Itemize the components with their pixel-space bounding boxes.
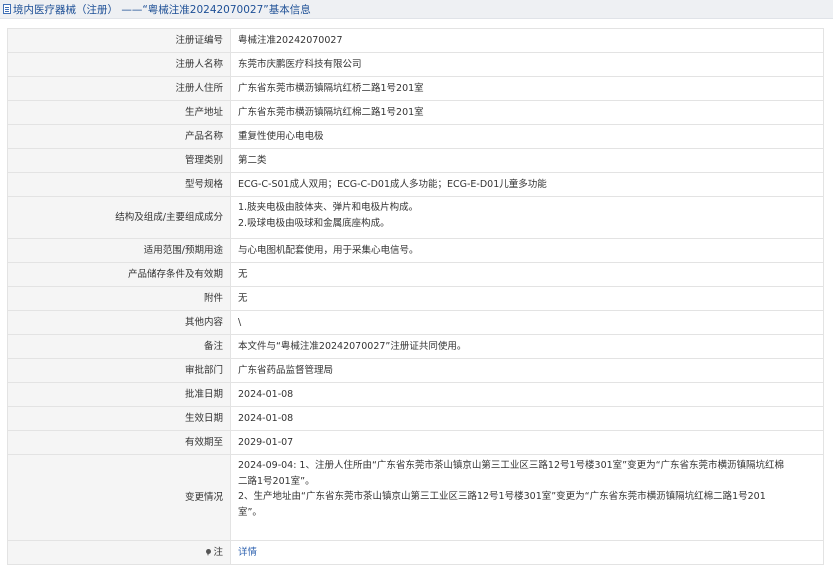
table-row: 注册人名称 东莞市庆鹏医疗科技有限公司 [7,52,824,77]
page-header: 境内医疗器械（注册） ——“粤械注准20242070027”基本信息 [0,0,833,19]
value-line: 1.肢夹电极由肢体夹、弹片和电极片构成。 [238,202,419,213]
table-row: 适用范围/预期用途 与心电图机配套使用，用于采集心电信号。 [7,238,824,263]
table-row: 有效期至 2029-01-07 [7,430,824,455]
table-row: 产品储存条件及有效期 无 [7,262,824,287]
field-label: 管理类别 [7,148,231,173]
field-value: 2024-09-04: 1、注册人住所由“广东省东莞市茶山镇京山第三工业区三路1… [230,454,824,541]
table-row: 审批部门 广东省药品监督管理局 [7,358,824,383]
field-label: 注册证编号 [7,28,231,53]
field-label: 批准日期 [7,382,231,407]
table-row: 附件 无 [7,286,824,311]
field-value: 2024-01-08 [230,382,824,407]
field-label: 注 [7,540,231,565]
field-label: 结构及组成/主要组成成分 [7,196,231,239]
field-value: 1.肢夹电极由肢体夹、弹片和电极片构成。 2.吸球电极由吸球和金属底座构成。 [230,196,824,239]
field-label: 产品名称 [7,124,231,149]
field-value: 第二类 [230,148,824,173]
field-value: 详情 [230,540,824,565]
field-value: 无 [230,262,824,287]
table-row: 型号规格 ECG-C-S01成人双用；ECG-C-D01成人多功能；ECG-E-… [7,172,824,197]
field-label: 变更情况 [7,454,231,541]
value-line: 二路1号201室”。 [238,475,315,487]
details-link[interactable]: 详情 [238,547,257,558]
table-row: 管理类别 第二类 [7,148,824,173]
field-label: 生产地址 [7,100,231,125]
field-value: 本文件与“粤械注准20242070027”注册证共同使用。 [230,334,824,359]
field-label: 生效日期 [7,406,231,431]
info-table: 注册证编号 粤械注准20242070027 注册人名称 东莞市庆鹏医疗科技有限公… [7,28,824,565]
value-line: 室”。 [238,506,262,518]
field-label: 产品储存条件及有效期 [7,262,231,287]
field-label: 注册人住所 [7,76,231,101]
field-label: 审批部门 [7,358,231,383]
note-label: 注 [213,546,223,558]
field-value: 2024-01-08 [230,406,824,431]
table-row: 变更情况 2024-09-04: 1、注册人住所由“广东省东莞市茶山镇京山第三工… [7,454,824,541]
value-line: 2.吸球电极由吸球和金属底座构成。 [238,217,390,229]
field-value: 广东省东莞市横沥镇隔坑红棉二路1号201室 [230,100,824,125]
field-value: 东莞市庆鹏医疗科技有限公司 [230,52,824,77]
value-line: 2、生产地址由“广东省东莞市茶山镇京山第三工业区三路12号1号楼301室”变更为… [238,491,766,502]
table-row: 其他内容 \ [7,310,824,335]
field-label: 型号规格 [7,172,231,197]
field-value: \ [230,310,824,335]
field-value: ECG-C-S01成人双用；ECG-C-D01成人多功能；ECG-E-D01儿童… [230,172,824,197]
field-label: 有效期至 [7,430,231,455]
field-label: 适用范围/预期用途 [7,238,231,263]
table-row: 批准日期 2024-01-08 [7,382,824,407]
table-row: 生效日期 2024-01-08 [7,406,824,431]
document-icon [3,4,11,14]
field-label: 注册人名称 [7,52,231,77]
field-label: 其他内容 [7,310,231,335]
table-row: 产品名称 重复性使用心电电极 [7,124,824,149]
field-label: 附件 [7,286,231,311]
field-value: 无 [230,286,824,311]
table-row: 注册证编号 粤械注准20242070027 [7,28,824,53]
field-value: 与心电图机配套使用，用于采集心电信号。 [230,238,824,263]
table-row: 结构及组成/主要组成成分 1.肢夹电极由肢体夹、弹片和电极片构成。 2.吸球电极… [7,196,824,239]
field-value: 粤械注准20242070027 [230,28,824,53]
table-row: 注册人住所 广东省东莞市横沥镇隔坑红桥二路1号201室 [7,76,824,101]
table-row: 注 详情 [7,540,824,565]
field-value: 2029-01-07 [230,430,824,455]
page-title: 境内医疗器械（注册） ——“粤械注准20242070027”基本信息 [13,3,311,16]
field-value: 广东省东莞市横沥镇隔坑红桥二路1号201室 [230,76,824,101]
value-line: 2024-09-04: 1、注册人住所由“广东省东莞市茶山镇京山第三工业区三路1… [238,460,785,471]
table-row: 备注 本文件与“粤械注准20242070027”注册证共同使用。 [7,334,824,359]
info-table-container: 注册证编号 粤械注准20242070027 注册人名称 东莞市庆鹏医疗科技有限公… [7,28,824,565]
pin-icon [206,548,212,556]
field-value: 广东省药品监督管理局 [230,358,824,383]
table-row: 生产地址 广东省东莞市横沥镇隔坑红棉二路1号201室 [7,100,824,125]
field-label: 备注 [7,334,231,359]
field-value: 重复性使用心电电极 [230,124,824,149]
